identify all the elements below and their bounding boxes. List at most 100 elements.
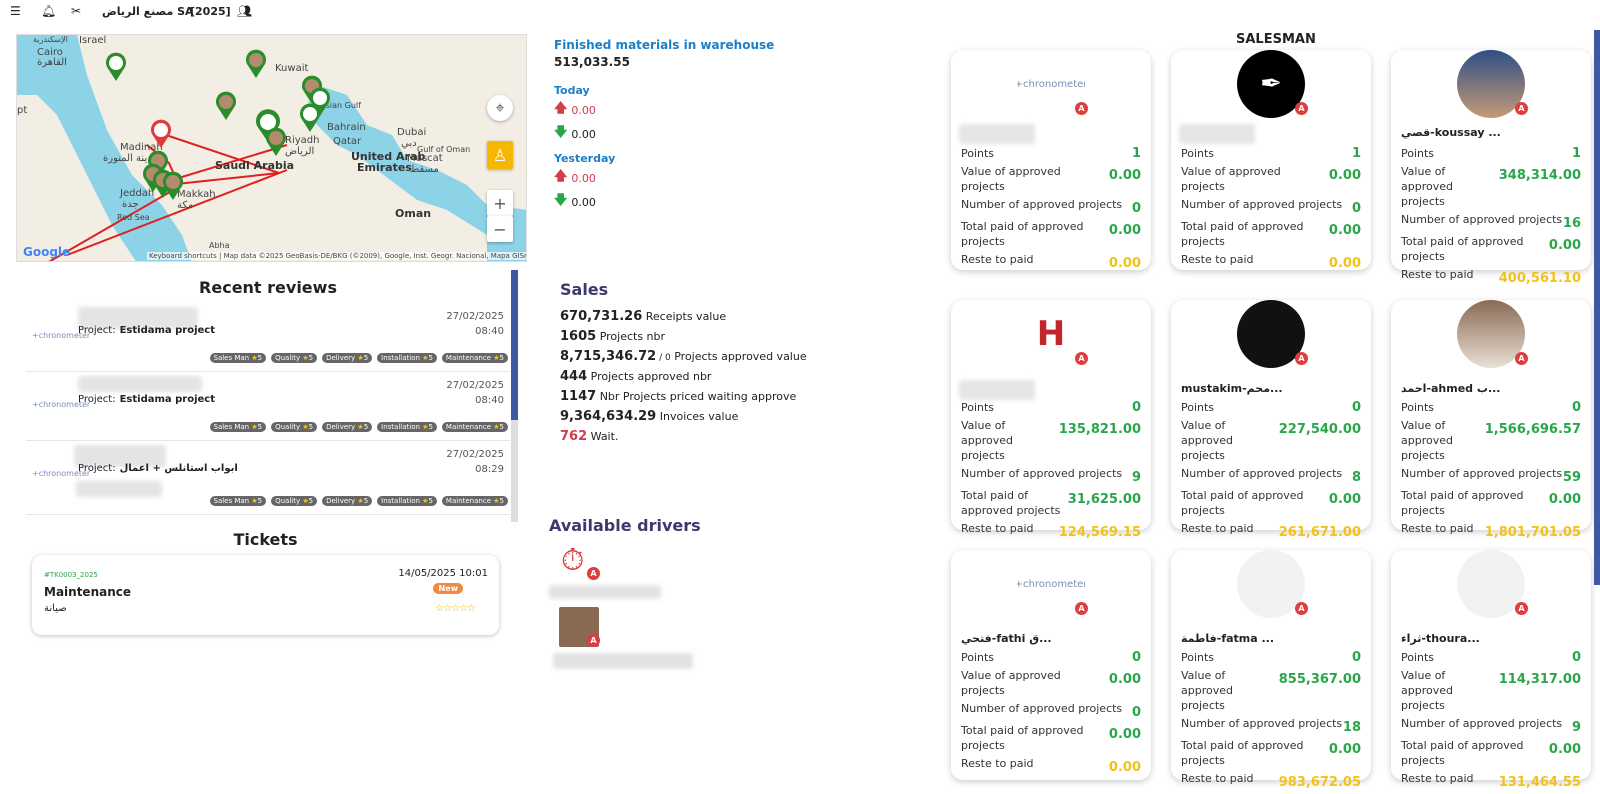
review-project: Project: Estidama project (78, 325, 216, 336)
rating-stars[interactable]: ☆☆☆☆☆ (435, 603, 476, 614)
rating-tag: Quality ★5 (271, 422, 318, 432)
salesman-card[interactable]: +chrono meter A Points 1 Value of approved … (951, 50, 1151, 271)
salesman-name: فتحي-fathi ق... (961, 632, 1052, 645)
pegman-icon[interactable]: ♙ (487, 141, 513, 169)
review-item[interactable]: +chronometer Project: ابواب استانلس + اعم… (26, 441, 510, 515)
sales-value: 1147 (560, 389, 597, 404)
ticket-card[interactable]: #TK0003_2025 Maintenance صيانة 14/05/202… (32, 555, 499, 635)
map-label: الرياض (285, 146, 315, 157)
rating-tag: Maintenance ★5 (441, 353, 508, 363)
map-label: Kuwait (275, 63, 309, 74)
sales-label: Nbr Projects priced waiting approve (599, 390, 797, 403)
sales-label: Invoices value (659, 410, 739, 423)
map[interactable]: Cairo القاهرة Israel Kuwait Madinah المد… (16, 34, 527, 262)
tools-icon[interactable]: ✂ (71, 4, 81, 18)
map-marker[interactable] (245, 49, 267, 79)
review-item[interactable]: +chronometer Project: Estidama project 27… (26, 372, 510, 441)
locate-icon[interactable]: ⌖ (487, 95, 513, 121)
rating-tag: Sales Man ★5 (209, 353, 267, 363)
sales-panel: Sales 670,731.26 Receipts value 1605 Proj… (560, 280, 807, 449)
sales-row: 9,364,634.29 Invoices value (560, 409, 807, 424)
status-badge: New (433, 583, 463, 594)
tickets-title: Tickets (233, 530, 298, 549)
salesman-badge: A (1515, 352, 1528, 365)
bell-icon[interactable]: 🔔︎ (41, 4, 56, 18)
review-tags: Sales Man ★5 Quality ★5 Delivery ★5 Install… (209, 422, 508, 432)
map-marker[interactable] (215, 91, 237, 121)
salesman-card[interactable]: A قصي-koussay ... Points 1 Value of appro… (1391, 50, 1591, 286)
yesterday-heading: Yesterday (554, 152, 616, 165)
arrow-up-icon: 🡅 (554, 169, 568, 184)
zoom-in-button[interactable]: + (487, 190, 513, 216)
sales-label: Receipts value (645, 310, 727, 323)
salesman-name: mustakim-محم... (1181, 382, 1283, 395)
yesterday-down-value: 0.00 (571, 195, 596, 209)
reviews-title: Recent reviews (199, 278, 337, 297)
sales-suffix: / 0 (656, 353, 671, 363)
salesman-card[interactable]: HA Points 0 Value of approved projects 135… (951, 300, 1151, 540)
review-item[interactable]: +chronometer Project: Estidama project 27… (26, 303, 510, 372)
salesman-name: احمد-ahmed ب... (1401, 382, 1501, 395)
sales-row: 762 Wait. (560, 429, 807, 444)
yesterday-up-value: 0.00 (571, 171, 596, 185)
salesman-stats: Points 1 Value of approved projects 0.00 N… (961, 146, 1141, 271)
salesman-name: فاطمة-fatma ... (1181, 632, 1275, 645)
sales-row: 8,715,346.72 / 0 Projects approved value (560, 349, 807, 364)
map-label: Emirates (357, 161, 412, 174)
map-label: الإسكندرية (33, 35, 68, 44)
page-scrollbar[interactable] (1594, 30, 1600, 585)
company-selector[interactable]: مصنع الرياض SA (102, 5, 194, 18)
salesman-badge: A (1295, 602, 1308, 615)
salesman-card[interactable]: A ثراء-thoura... Points 0 Value of approv… (1391, 550, 1591, 790)
salesman-name: ثراء-thoura... (1401, 632, 1480, 645)
rating-tag: Quality ★5 (271, 353, 318, 363)
salesman-title: SALESMAN (1236, 32, 1316, 47)
map-marker[interactable] (162, 171, 184, 201)
rating-tag: Delivery ★5 (322, 353, 373, 363)
rating-tag: Quality ★5 (271, 496, 318, 506)
salesman-card[interactable]: A فاطمة-fatma ... Points 0 Value of appro… (1171, 550, 1371, 790)
sales-row: 444 Projects approved nbr (560, 369, 807, 384)
rating-tag: Sales Man ★5 (209, 422, 267, 432)
map-label: مكة (177, 200, 194, 211)
users-icon[interactable]: 👥︎ (237, 4, 252, 18)
sales-label: Projects approved nbr (590, 370, 712, 383)
map-label: Muscat (407, 153, 443, 164)
salesman-stats: Points 1 Value of approved projects 0.00 N… (1181, 146, 1361, 271)
sales-title: Sales (560, 280, 609, 299)
salesman-card[interactable]: ✒ A Points 1 Value of approved projects 0.0… (1171, 50, 1371, 271)
salesman-card[interactable]: +chrono meter A فتحي-fathi ق... Points 0 Va… (951, 550, 1151, 780)
rating-tag: Delivery ★5 (322, 496, 373, 506)
year-selector[interactable]: [2025] (190, 5, 231, 18)
salesman-badge: A (1075, 102, 1088, 115)
sales-value: 762 (560, 429, 588, 444)
salesman-name-redacted (959, 124, 1035, 144)
today-up-value: 0.00 (571, 103, 596, 117)
map-marker[interactable] (150, 119, 172, 149)
reviews-scrollbar[interactable] (511, 270, 518, 522)
rating-tag: Installation ★5 (377, 353, 437, 363)
warehouse-title: Finished materials in warehouse (554, 38, 775, 52)
review-date: 27/02/2025 08:40 (446, 380, 504, 406)
warehouse-value: 513,033.55 (554, 55, 630, 69)
rating-tag: Installation ★5 (377, 422, 437, 432)
zoom-out-button[interactable]: − (487, 216, 513, 242)
map-attribution[interactable]: Keyboard shortcuts | Map data ©2025 GeoB… (147, 252, 526, 260)
map-label: Abha (209, 241, 230, 250)
salesman-stats: Points 0 Value of approved projects 135,82… (961, 400, 1141, 540)
rating-tag: Maintenance ★5 (441, 496, 508, 506)
google-logo: Google (23, 245, 71, 259)
sales-value: 8,715,346.72 (560, 349, 657, 364)
map-marker[interactable] (105, 52, 127, 82)
map-marker[interactable] (299, 103, 321, 133)
recent-reviews: Recent reviews +chronometer Project: Esti… (26, 268, 510, 520)
map-marker[interactable] (265, 127, 287, 157)
salesman-card[interactable]: A احمد-ahmed ب... Points 0 Value of appro… (1391, 300, 1591, 540)
map-label: Bahrain (327, 122, 366, 133)
salesman-stats: Points 0 Value of approved projects 1,566,… (1401, 400, 1581, 540)
menu-icon[interactable]: ☰ (10, 4, 21, 18)
warehouse-panel: Finished materials in warehouse 513,033.… (554, 38, 774, 213)
sales-row: 670,731.26 Receipts value (560, 309, 807, 324)
review-date: 27/02/2025 08:29 (446, 449, 504, 475)
salesman-card[interactable]: A mustakim-محم... Points 0 Value of appro… (1171, 300, 1371, 540)
